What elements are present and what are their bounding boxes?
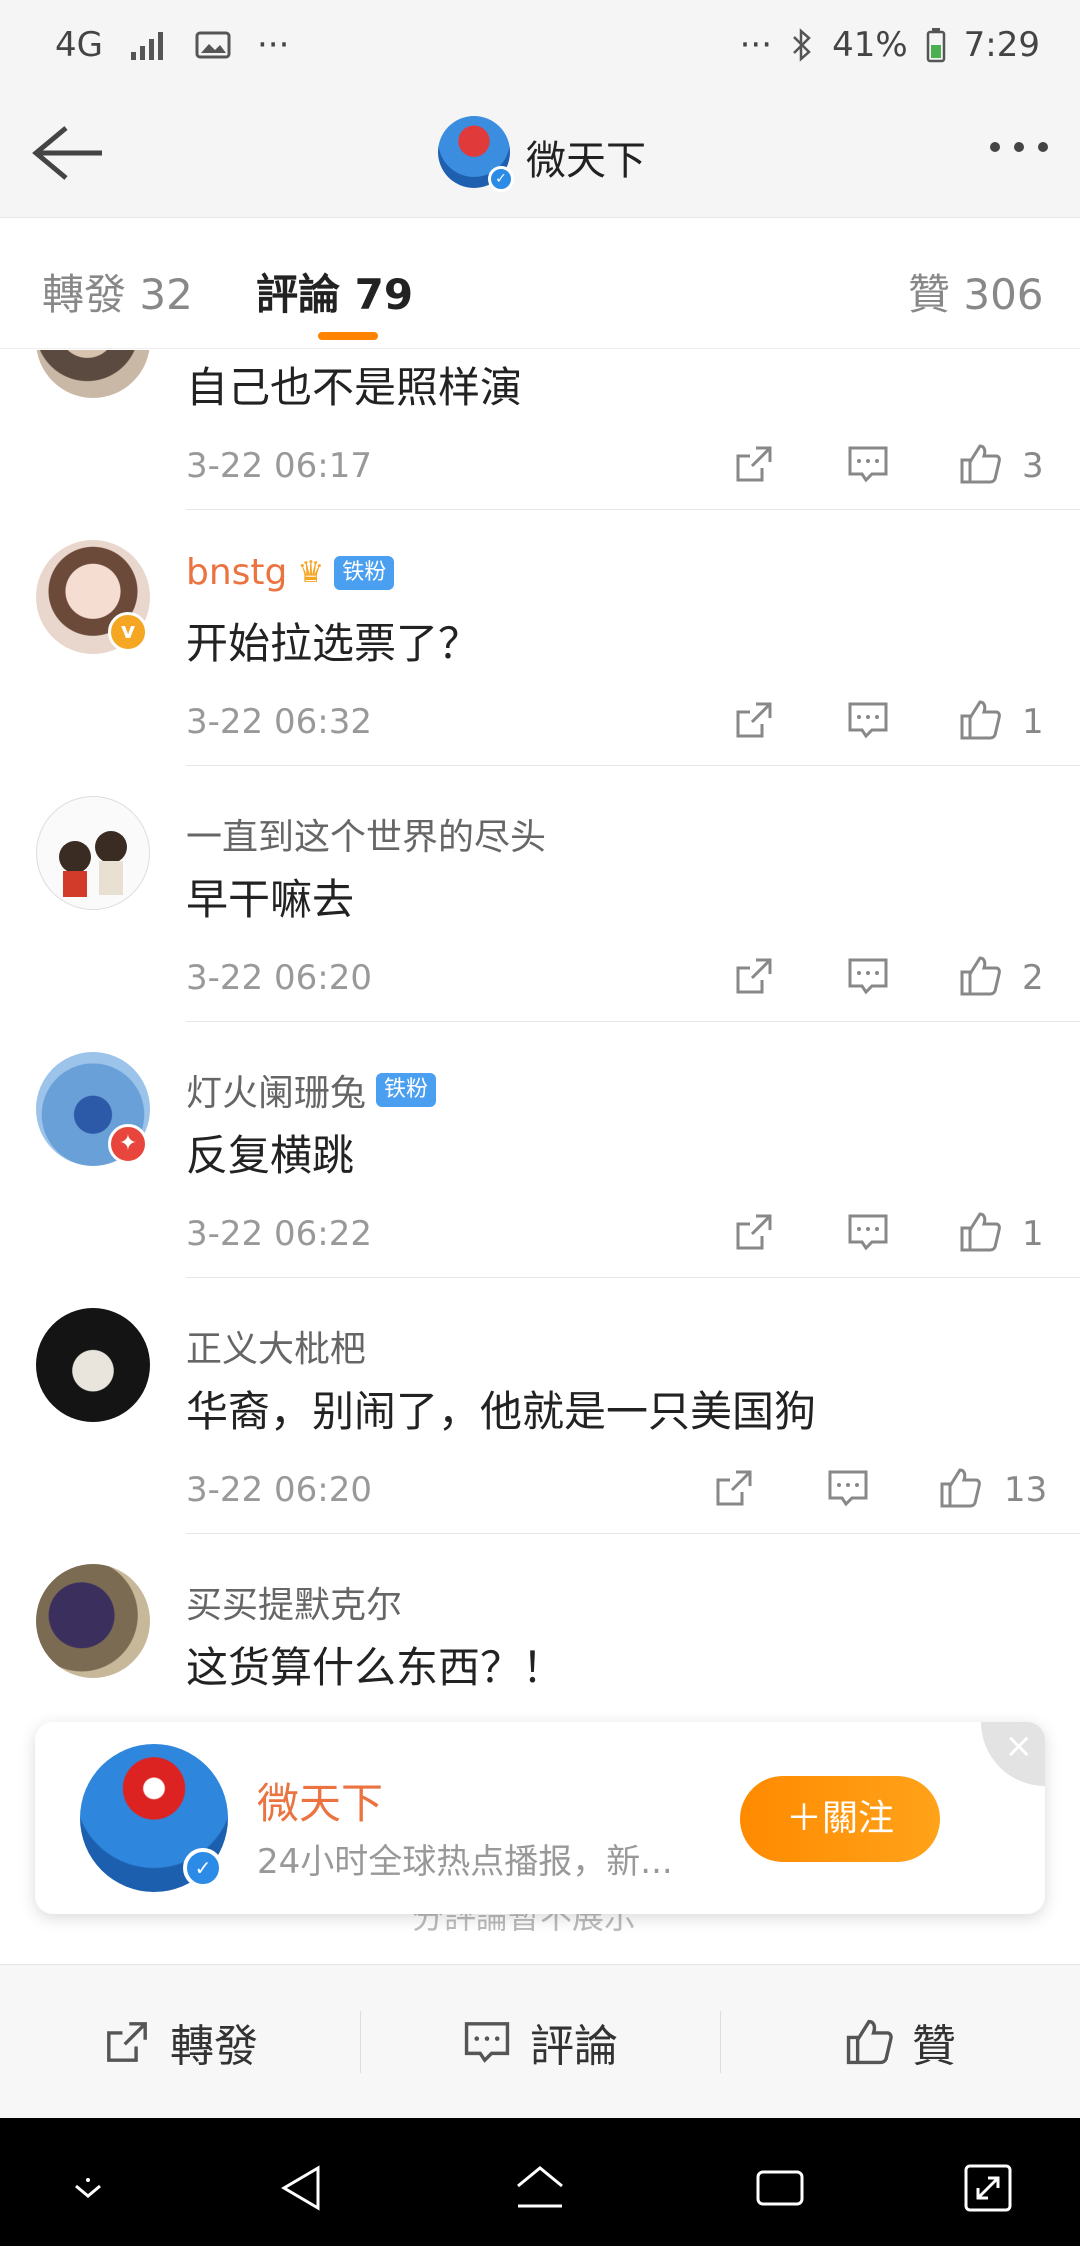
signal-icon [130, 32, 163, 60]
username-text: 灯火阑珊兔 [186, 1073, 367, 1114]
comment-username[interactable]: 买买提默克尔 [186, 1576, 402, 1628]
like-icon[interactable] [958, 954, 1002, 998]
avatar[interactable] [36, 1308, 150, 1422]
verified-icon: ✦ [108, 1124, 148, 1164]
comment-text: 开始拉选票了？ [186, 619, 481, 668]
comment-icon[interactable] [826, 1466, 870, 1510]
list-item: 一直到这个世界的尽头 早干嘛去 3-22 06:20 2 [0, 766, 1080, 1022]
crown-icon: ♛ [297, 555, 325, 590]
verified-icon: v [108, 612, 148, 652]
username-text: 买买提默克尔 [186, 1585, 403, 1626]
avatar[interactable] [36, 796, 150, 910]
account-name[interactable]: 微天下 [257, 1770, 383, 1831]
like-count: 2 [1022, 958, 1044, 998]
clock: 7:29 [963, 25, 1040, 65]
chevron-down-icon[interactable] [58, 2158, 118, 2218]
comment-label: 評論 [530, 2020, 618, 2072]
like-count: 1 [1022, 1214, 1044, 1254]
repost-label: 轉發 [170, 2020, 258, 2072]
comment-time: 3-22 06:17 [186, 446, 372, 486]
comment-text: 自己也不是照样演 [186, 363, 523, 412]
more-status: ··· [739, 25, 773, 65]
close-icon[interactable]: × [981, 1722, 1045, 1786]
like-button[interactable]: 贊 [720, 1965, 1080, 2118]
back-arrow-icon[interactable] [28, 118, 108, 188]
like-icon[interactable] [958, 698, 1002, 742]
list-item: ✦ 灯火阑珊兔 铁粉 反复横跳 3-22 06:22 1 [0, 1022, 1080, 1278]
like-icon[interactable] [938, 1466, 982, 1510]
comment-icon[interactable] [846, 442, 890, 486]
like-icon[interactable] [958, 442, 1002, 486]
tab-like[interactable]: 贊 306 [908, 261, 1044, 322]
list-item: v bnstg ♛ 铁粉 开始拉选票了？ 3-22 06:32 1 [0, 510, 1080, 766]
avatar[interactable] [36, 1564, 150, 1678]
verified-icon: ✓ [488, 166, 514, 192]
username-text: 一直到这个世界的尽头 [186, 817, 547, 858]
comment-time: 3-22 06:20 [186, 1470, 372, 1510]
comment-username[interactable]: 一直到这个世界的尽头 [186, 808, 546, 860]
comment-text: 华裔，别闹了，他就是一只美国狗 [186, 1387, 817, 1436]
battery-icon [926, 28, 945, 63]
back-triangle-icon[interactable] [272, 2158, 332, 2218]
more-notifications: ··· [256, 25, 290, 65]
like-count: 13 [1004, 1470, 1048, 1510]
repost-icon[interactable] [732, 698, 776, 742]
comment-text: 反复横跳 [186, 1131, 355, 1180]
like-count: 1 [1022, 702, 1044, 742]
tab-bar: 轉發 32 評論 79 贊 306 [0, 219, 1080, 349]
tab-comment[interactable]: 評論 79 [256, 261, 413, 322]
repost-icon[interactable] [732, 954, 776, 998]
comment-time: 3-22 06:32 [186, 702, 372, 742]
comment-text: 早干嘛去 [186, 875, 355, 924]
tab-repost[interactable]: 轉發 32 [42, 261, 193, 322]
bottom-action-bar: 轉發 評論 贊 [0, 1964, 1080, 2118]
username-text: 正义大枇杷 [186, 1329, 367, 1370]
avatar[interactable] [36, 350, 150, 398]
home-icon[interactable] [510, 2158, 570, 2218]
image-icon [195, 31, 231, 59]
battery-percent: 41% [832, 25, 908, 65]
fan-badge: 铁粉 [334, 555, 395, 590]
comment-username[interactable]: 灯火阑珊兔 铁粉 [186, 1064, 437, 1116]
like-icon[interactable] [958, 1210, 1002, 1254]
fan-badge: 铁粉 [376, 1073, 437, 1107]
repost-icon [107, 2021, 147, 2062]
like-count: 3 [1022, 446, 1044, 486]
verified-icon: ✓ [183, 1848, 223, 1888]
system-nav-bar [0, 2118, 1080, 2246]
more-options-icon[interactable] [990, 142, 1048, 152]
recent-apps-icon[interactable] [750, 2158, 810, 2218]
repost-icon[interactable] [732, 1210, 776, 1254]
comment-time: 3-22 06:22 [186, 1214, 372, 1254]
network-indicator: 4G [55, 25, 103, 65]
like-icon [846, 2019, 893, 2064]
comment-icon[interactable] [846, 954, 890, 998]
comment-username[interactable]: 正义大枇杷 [186, 1320, 366, 1372]
top-header: ✓ 微天下 [0, 90, 1080, 218]
list-item: 正义大枇杷 华裔，别闹了，他就是一只美国狗 3-22 06:20 13 [0, 1278, 1080, 1534]
comment-time: 3-22 06:20 [186, 958, 372, 998]
account-description: 24小时全球热点播报，新... [257, 1842, 673, 1882]
repost-icon[interactable] [732, 442, 776, 486]
comment-text: 这货算什么东西？！ [186, 1643, 565, 1692]
bluetooth-icon [793, 28, 811, 62]
repost-icon[interactable] [712, 1466, 756, 1510]
status-bar: 4G ··· ··· 41% 7:29 [0, 0, 1080, 90]
cartoon-avatar-icon [59, 831, 127, 897]
comment-list[interactable]: 自己也不是照样演 3-22 06:17 3 v bnstg ♛ 铁粉 开始拉选票… [0, 350, 1080, 1810]
tab-active-indicator [318, 332, 378, 340]
follow-card: ✓ 微天下 24小时全球热点播报，新... ＋關注 × [35, 1722, 1045, 1914]
comment-icon[interactable] [846, 698, 890, 742]
comment-icon [464, 2021, 510, 2063]
follow-button[interactable]: ＋關注 [740, 1776, 940, 1862]
page-title: 微天下 [526, 138, 646, 184]
expand-icon[interactable] [958, 2158, 1018, 2218]
username-text: bnstg [186, 552, 288, 593]
comment-button[interactable]: 評論 [360, 1965, 720, 2118]
like-label: 贊 [912, 2020, 956, 2072]
comment-icon[interactable] [846, 1210, 890, 1254]
list-item: 自己也不是照样演 3-22 06:17 3 [0, 350, 1080, 510]
comment-username[interactable]: bnstg ♛ 铁粉 [186, 552, 395, 593]
repost-button[interactable]: 轉發 [0, 1965, 360, 2118]
